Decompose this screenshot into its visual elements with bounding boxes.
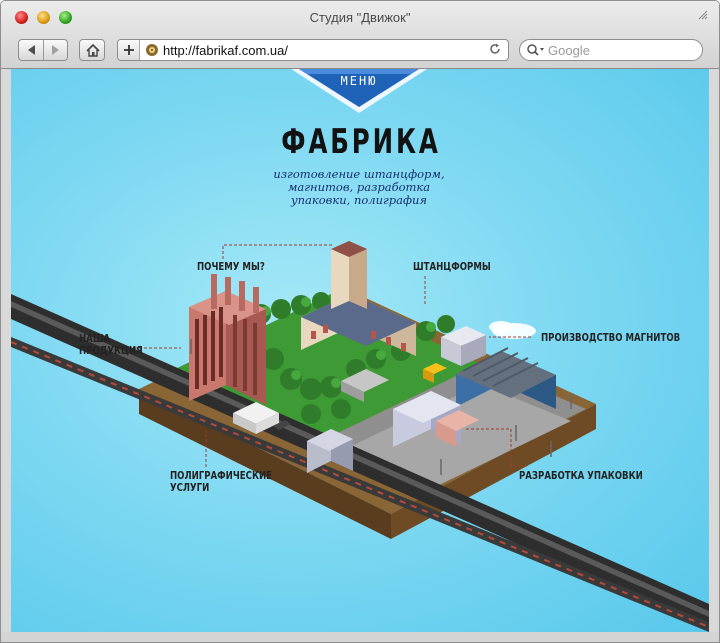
add-bookmark-button[interactable] xyxy=(118,40,140,60)
site-subtitle: изготовление штанцформ, магнитов, разраб… xyxy=(273,167,445,207)
site-title: ФАБРИКА xyxy=(281,122,441,162)
search-field[interactable]: Google xyxy=(519,39,703,61)
home-button[interactable] xyxy=(79,39,105,61)
back-forward-group xyxy=(18,39,68,61)
address-bar[interactable]: http://fabrikaf.com.ua/ xyxy=(117,39,509,61)
menu-button[interactable]: МЕНЮ xyxy=(291,74,427,88)
resize-grip-icon[interactable] xyxy=(697,9,709,21)
link-packaging-design[interactable]: РАЗРАБОТКА УПАКОВКИ xyxy=(519,470,643,482)
link-why-us[interactable]: ПОЧЕМУ МЫ? xyxy=(197,261,265,273)
window-title: Студия "Движок" xyxy=(309,10,411,25)
link-printing-services[interactable]: ПОЛИГРАФИЧЕСКИЕ УСЛУГИ xyxy=(170,470,272,494)
link-our-products[interactable]: НАША ПРОДУКЦИЯ xyxy=(79,333,143,357)
home-icon xyxy=(86,43,100,57)
search-placeholder: Google xyxy=(548,43,590,58)
back-arrow-icon[interactable] xyxy=(25,44,38,56)
search-icon xyxy=(527,44,544,56)
page-viewport: МЕНЮ ФАБРИКА изготовление штанцформ, маг… xyxy=(11,69,709,632)
browser-toolbar: Студия "Движок" http://fabrikaf.com.ua/ … xyxy=(1,1,719,69)
browser-window: Студия "Движок" http://fabrikaf.com.ua/ … xyxy=(0,0,720,643)
site-favicon-icon xyxy=(146,44,158,56)
plus-icon xyxy=(124,45,134,55)
link-magnet-production[interactable]: ПРОИЗВОДСТВО МАГНИТОВ xyxy=(541,332,680,344)
url-text: http://fabrikaf.com.ua/ xyxy=(163,43,289,58)
reload-icon[interactable] xyxy=(488,42,502,56)
link-cutting-dies[interactable]: ШТАНЦФОРМЫ xyxy=(413,261,491,273)
forward-arrow-icon[interactable] xyxy=(49,44,62,56)
window-bottom-border xyxy=(1,632,719,642)
